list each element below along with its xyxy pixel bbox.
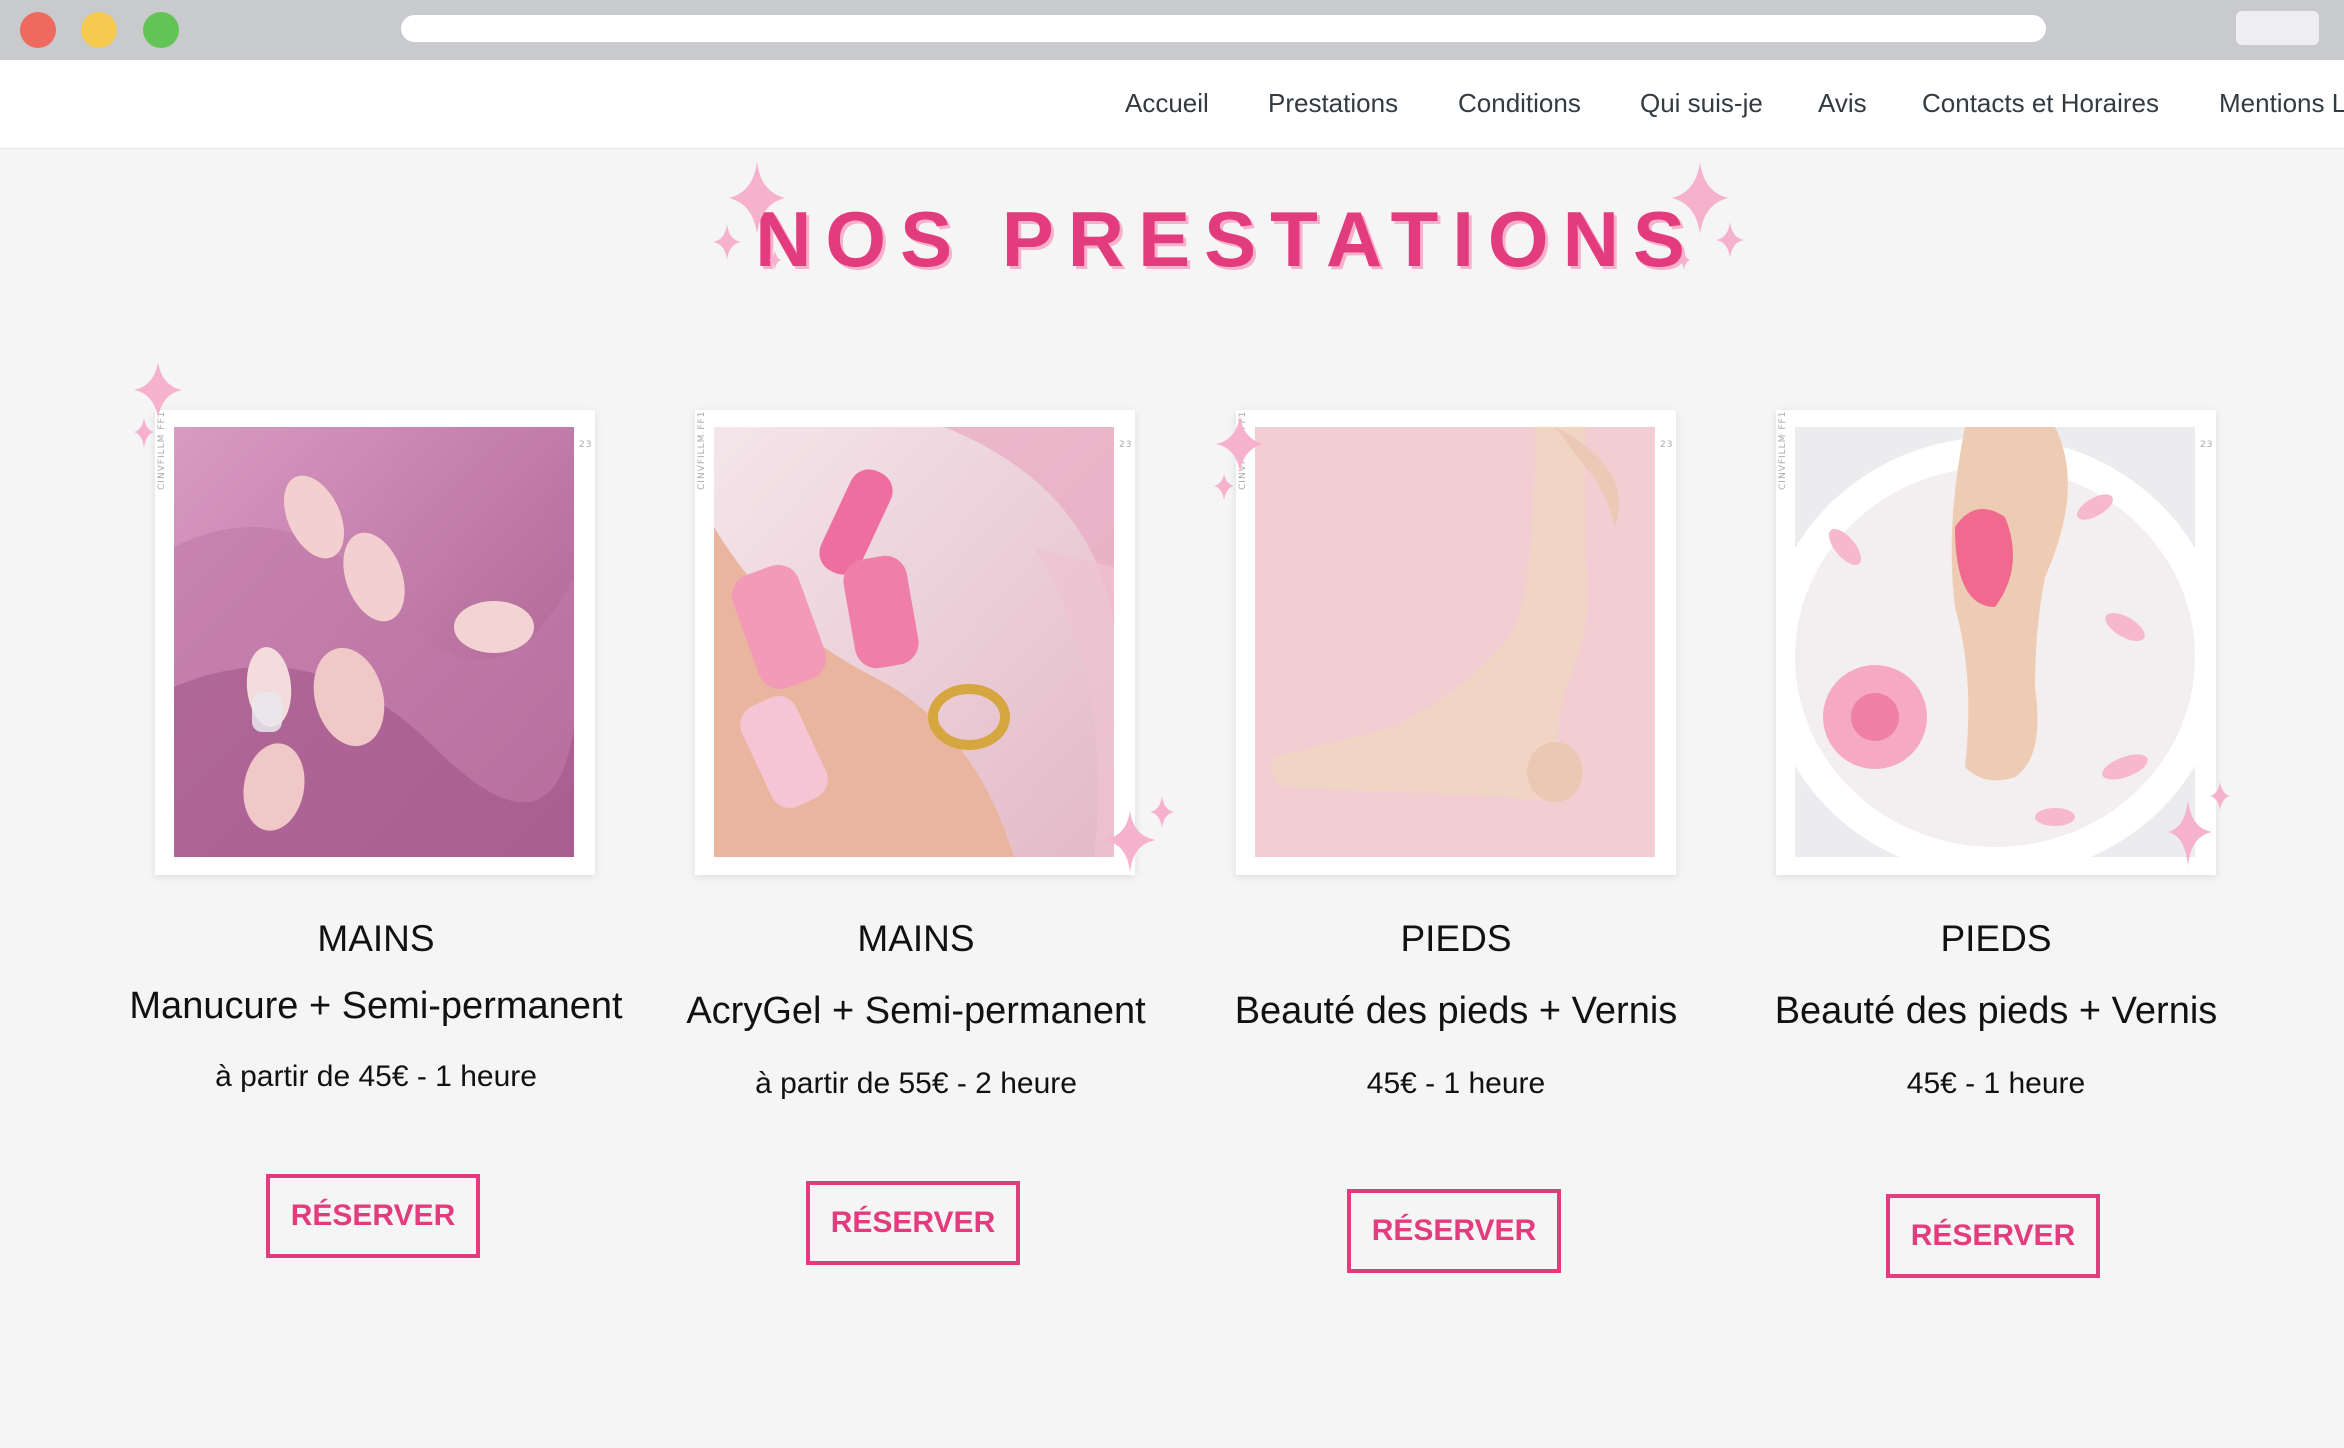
film-label: 23	[1660, 440, 1674, 450]
foot-icon	[1255, 427, 1655, 857]
service-card: CINVFILLM FF1 23	[1236, 410, 1676, 875]
site-navigation: Accueil Prestations Conditions Qui suis-…	[0, 60, 2344, 149]
sparkle-icon	[1214, 416, 1264, 500]
address-bar[interactable]	[401, 15, 2046, 42]
nav-item-prestations[interactable]: Prestations	[1268, 88, 1398, 119]
manicure-hand-icon	[174, 427, 574, 857]
service-card: CINVFILLM FF1 23	[695, 410, 1135, 875]
service-name: Manucure + Semi-permanent	[129, 985, 623, 1027]
reserve-button[interactable]: RÉSERVER	[1347, 1189, 1561, 1273]
film-label: CINVFILLM FF1	[697, 410, 707, 490]
foot-bath-icon	[1795, 427, 2195, 857]
nav-item-avis[interactable]: Avis	[1818, 88, 1867, 119]
service-name: Beauté des pieds + Vernis	[1234, 990, 1678, 1032]
nav-item-qui-suis-je[interactable]: Qui suis-je	[1640, 88, 1763, 119]
browser-chrome	[0, 0, 2344, 60]
nav-item-contacts-horaires[interactable]: Contacts et Horaires	[1922, 88, 2159, 119]
sparkle-icon	[1104, 796, 1174, 872]
service-category: MAINS	[857, 918, 975, 959]
minimize-window-button[interactable]	[81, 12, 117, 48]
film-label: 23	[2200, 440, 2214, 450]
nav-item-accueil[interactable]: Accueil	[1125, 88, 1209, 119]
maximize-window-button[interactable]	[143, 12, 179, 48]
service-card: CINVFILLM FF1 23	[155, 410, 595, 875]
service-category: PIEDS	[1400, 918, 1512, 959]
service-price: à partir de 45€ - 1 heure	[215, 1060, 537, 1093]
section-title: NOS PRESTATIONS	[755, 195, 1699, 283]
film-label: CINVFILLM FF1	[1778, 410, 1788, 490]
service-price: 45€ - 1 heure	[1906, 1067, 2086, 1100]
reserve-button[interactable]: RÉSERVER	[266, 1174, 480, 1258]
service-category: PIEDS	[1940, 918, 2052, 959]
film-label: 23	[579, 440, 593, 450]
service-price: 45€ - 1 heure	[1366, 1067, 1546, 1100]
sparkle-icon	[1672, 162, 1744, 270]
service-name: Beauté des pieds + Vernis	[1774, 990, 2218, 1032]
film-label: 23	[1119, 440, 1133, 450]
photo-frame: CINVFILLM FF1 23	[1236, 410, 1676, 875]
service-card: CINVFILLM FF1 23	[1776, 410, 2216, 875]
photo-frame: CINVFILLM FF1 23	[1776, 410, 2216, 875]
reserve-button[interactable]: RÉSERVER	[1886, 1194, 2100, 1278]
service-price: à partir de 55€ - 2 heure	[755, 1067, 1077, 1100]
service-category: MAINS	[317, 918, 435, 959]
sparkle-icon	[134, 362, 182, 448]
sparkle-icon	[713, 162, 785, 270]
browser-action-button[interactable]	[2236, 11, 2319, 45]
photo-frame: CINVFILLM FF1 23	[155, 410, 595, 875]
close-window-button[interactable]	[20, 12, 56, 48]
nav-item-conditions[interactable]: Conditions	[1458, 88, 1581, 119]
acrygel-hand-icon	[714, 427, 1114, 857]
reserve-button[interactable]: RÉSERVER	[806, 1181, 1020, 1265]
sparkle-icon	[2168, 782, 2230, 866]
nav-item-mentions[interactable]: Mentions L	[2219, 88, 2344, 119]
service-name: AcryGel + Semi-permanent	[686, 990, 1146, 1032]
photo-frame: CINVFILLM FF1 23	[695, 410, 1135, 875]
